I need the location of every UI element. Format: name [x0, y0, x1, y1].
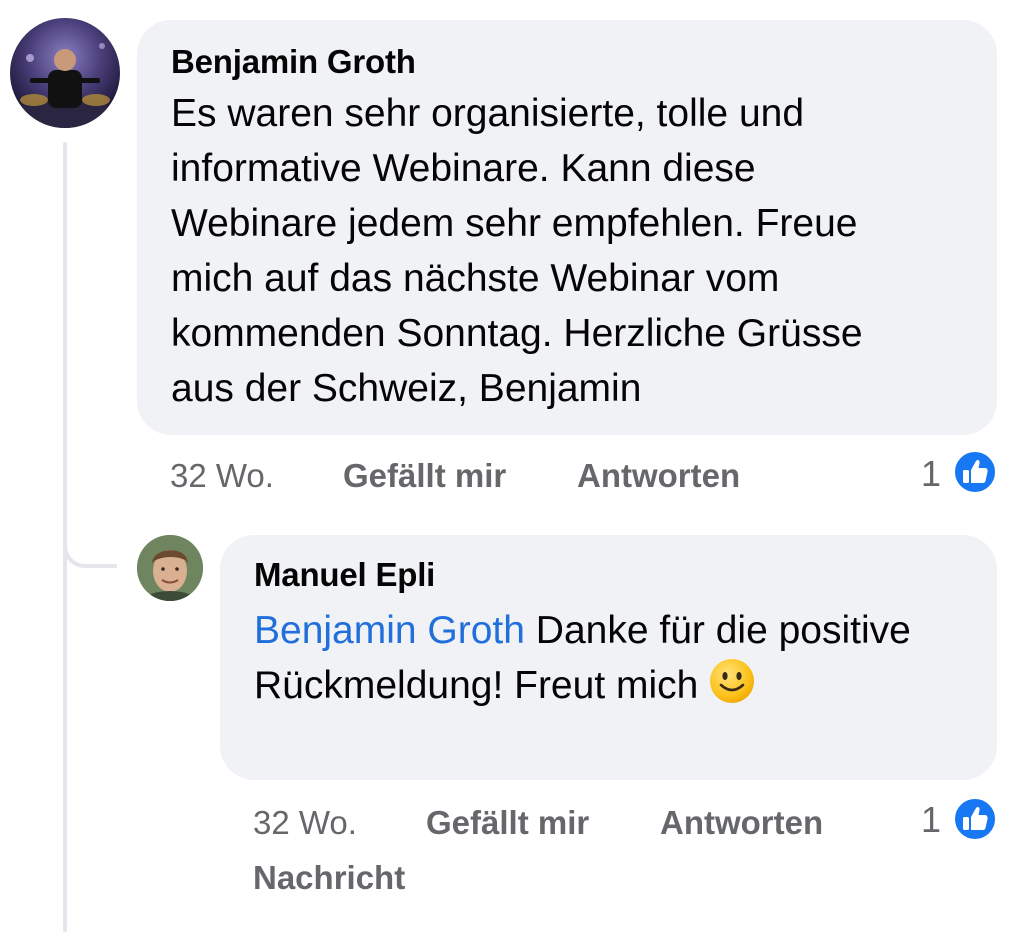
thread-connector	[63, 520, 117, 568]
reaction-count[interactable]: 1	[921, 454, 941, 494]
mention-link[interactable]: Benjamin Groth	[254, 609, 525, 652]
avatar-photo	[15, 43, 115, 128]
comment-author[interactable]: Benjamin Groth	[171, 42, 963, 82]
like-icon[interactable]	[953, 797, 997, 841]
comment-bubble: Benjamin Groth Es waren sehr organisiert…	[137, 20, 997, 435]
comment-timestamp[interactable]: 32 Wo.	[170, 456, 274, 496]
avatar[interactable]	[10, 18, 120, 128]
reply-actions: 32 Wo. Gefällt mir Antworten Nachricht	[253, 803, 1000, 903]
reply-button[interactable]: Antworten	[577, 456, 740, 496]
like-button[interactable]: Gefällt mir	[343, 456, 506, 496]
comment-actions: 32 Wo. Gefällt mir Antworten	[170, 456, 1000, 500]
like-icon[interactable]	[953, 450, 997, 494]
like-button[interactable]: Gefällt mir	[426, 803, 589, 843]
reply-bubble: Manuel Epli Benjamin Groth Danke für die…	[220, 535, 997, 780]
reply-text: Benjamin Groth Danke für die positive Rü…	[254, 603, 963, 713]
message-button[interactable]: Nachricht	[253, 858, 405, 898]
reply-timestamp[interactable]: 32 Wo.	[253, 803, 357, 843]
reply-button[interactable]: Antworten	[660, 803, 823, 843]
avatar[interactable]	[137, 535, 203, 601]
avatar-photo	[137, 535, 203, 601]
slightly-smiling-face-emoji	[710, 659, 755, 703]
reaction-count[interactable]: 1	[921, 800, 941, 840]
reply-author[interactable]: Manuel Epli	[254, 555, 963, 595]
comment-text: Es waren sehr organisierte, tolle und in…	[171, 92, 863, 410]
